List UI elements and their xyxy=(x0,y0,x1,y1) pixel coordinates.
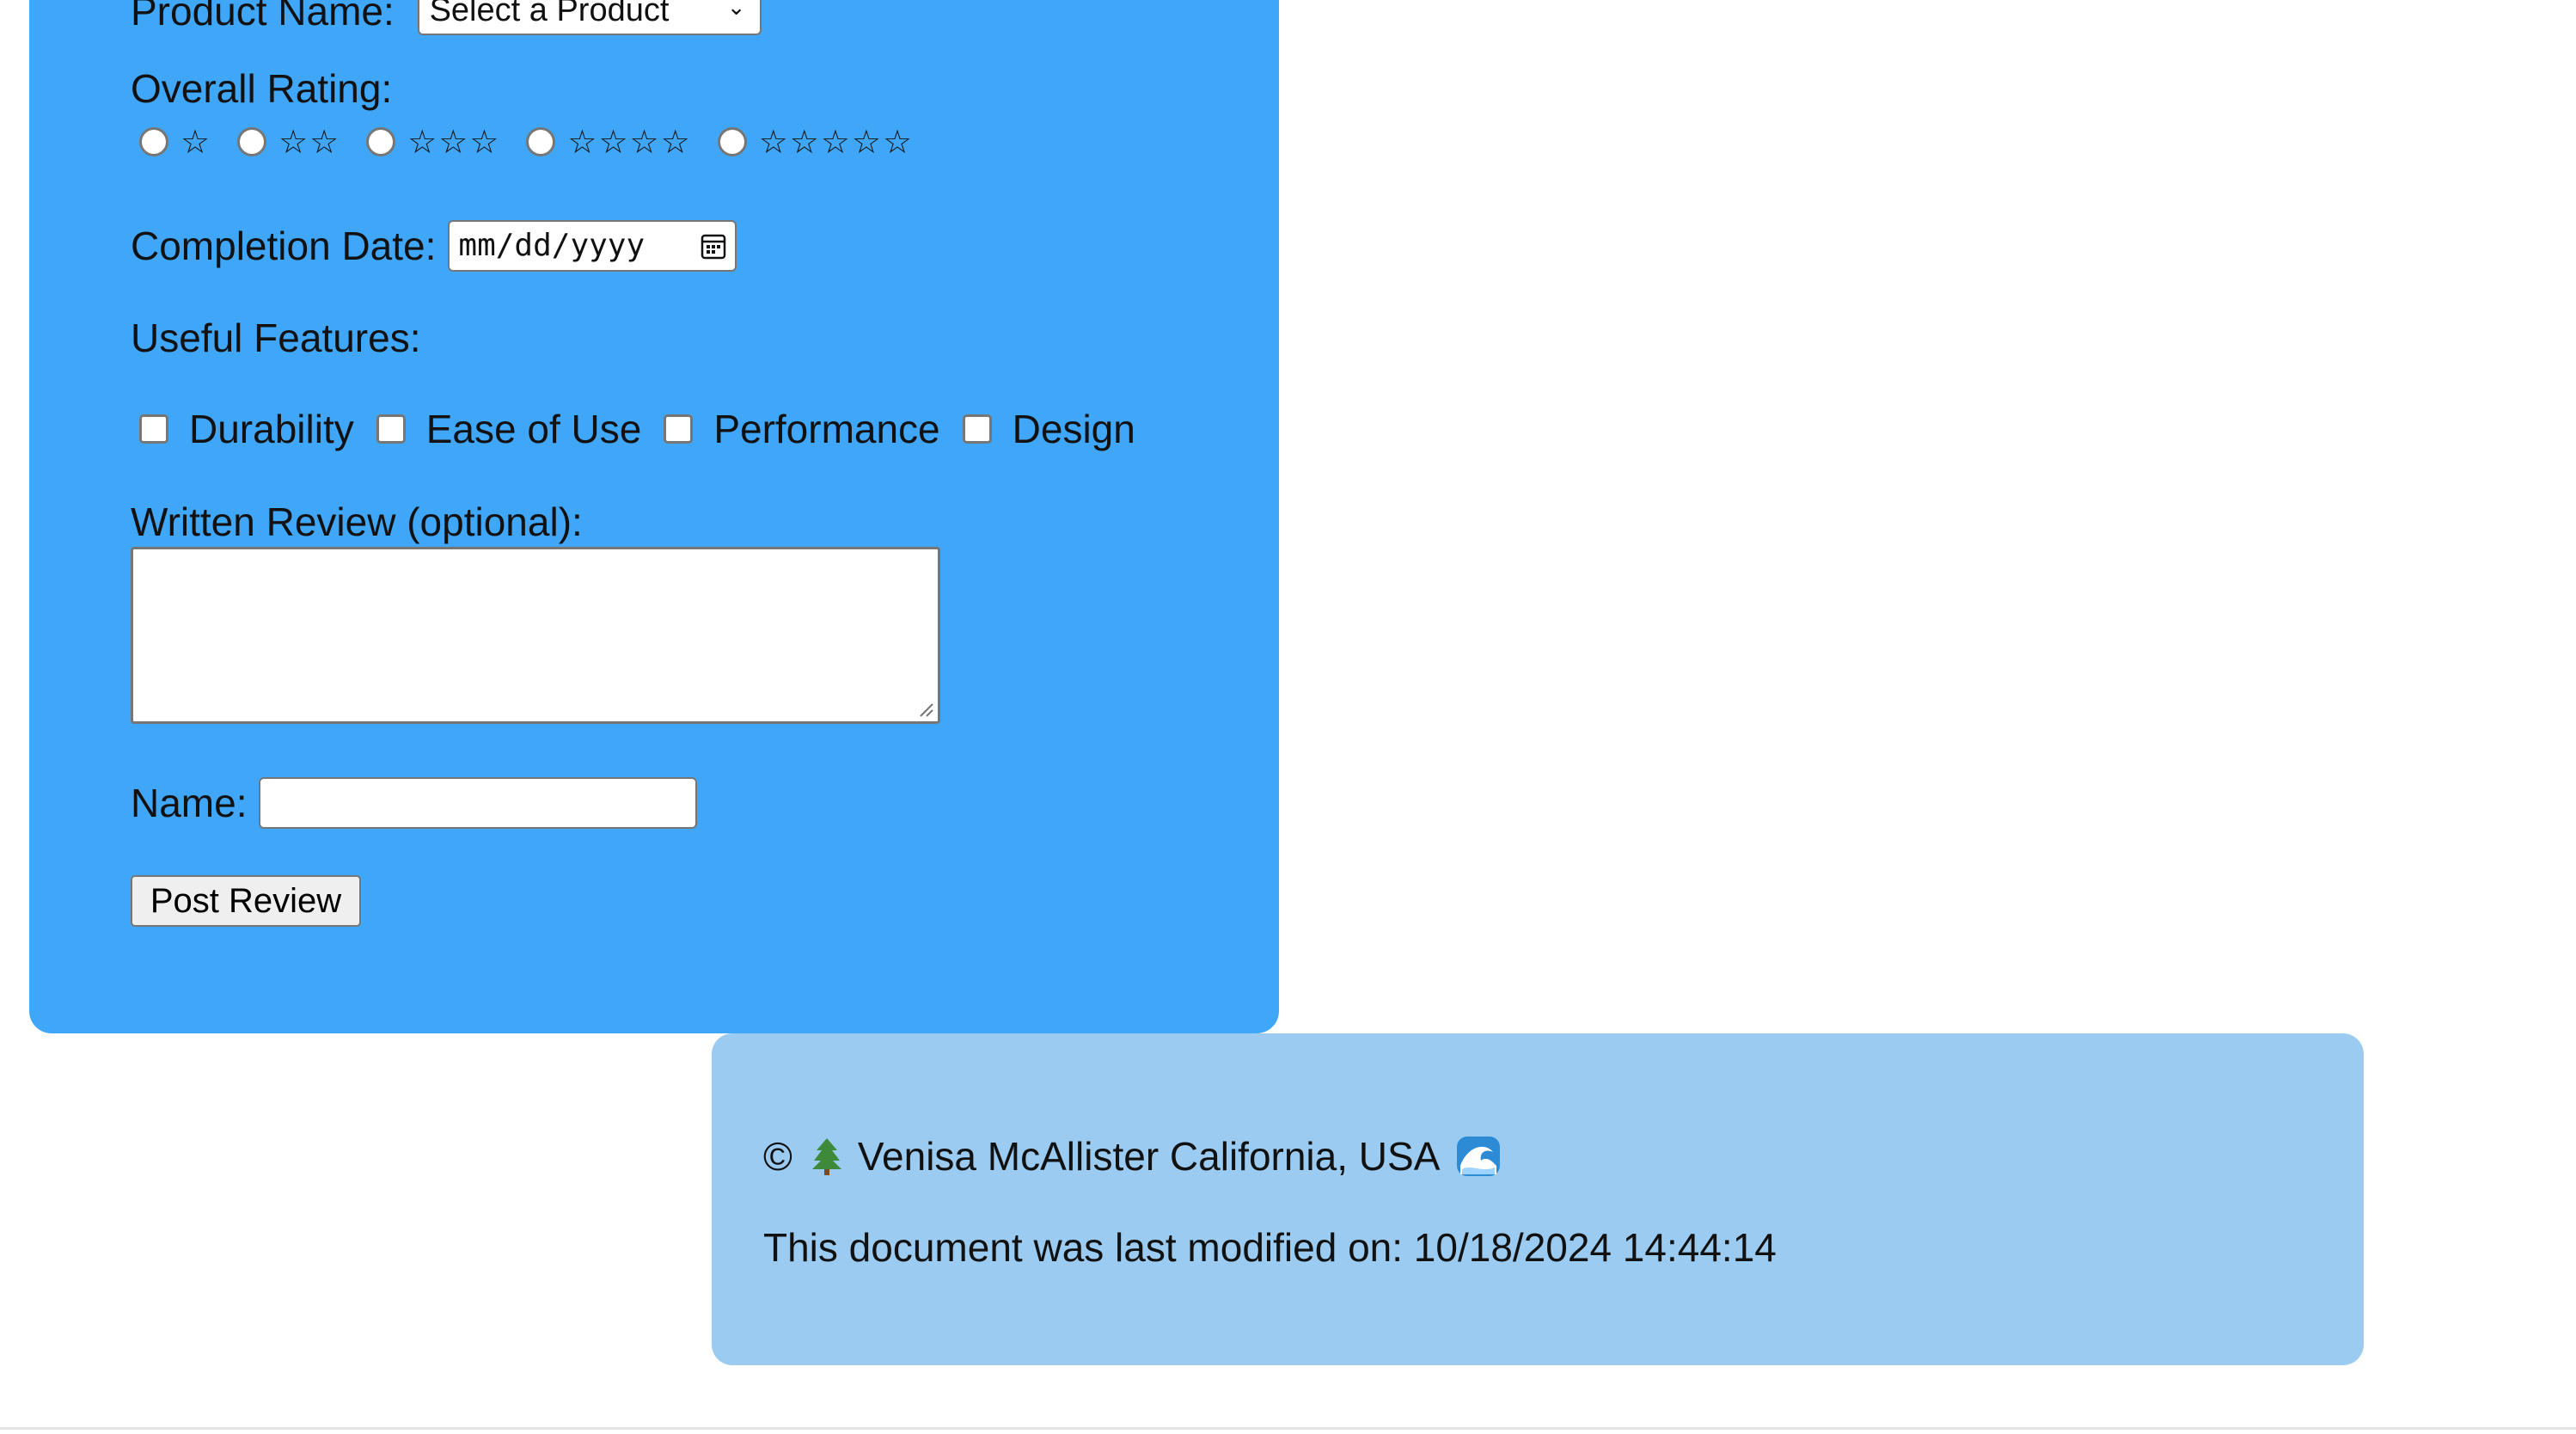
product-select[interactable]: Select a Product ⌄ xyxy=(417,0,762,35)
features-label: Useful Features: xyxy=(131,316,421,360)
page: Product Name: Select a Product ⌄ Overall… xyxy=(0,0,2576,1434)
footer: © Venisa McAllister California, USA This… xyxy=(712,1033,2364,1365)
feature-checkbox-design[interactable] xyxy=(962,414,992,444)
date-row: Completion Date: mm/dd/yyyy xyxy=(131,220,737,272)
date-label: Completion Date: xyxy=(131,224,437,268)
name-label: Name: xyxy=(131,781,248,825)
product-label: Product Name: xyxy=(131,0,395,34)
post-review-button[interactable]: Post Review xyxy=(131,875,361,927)
review-form: Product Name: Select a Product ⌄ Overall… xyxy=(29,0,1279,1033)
author-location: Venisa McAllister California, USA xyxy=(857,1134,1441,1179)
rating-radio-5[interactable] xyxy=(717,127,747,156)
feature-label-design: Design xyxy=(1012,407,1135,451)
chevron-down-icon: ⌄ xyxy=(726,0,746,20)
product-select-value: Select a Product xyxy=(429,0,670,28)
feature-label-performance: Performance xyxy=(713,407,940,451)
feature-checkbox-performance[interactable] xyxy=(664,414,694,444)
rating-label: Overall Rating: xyxy=(131,66,393,111)
rating-radio-3[interactable] xyxy=(366,127,396,156)
resize-handle-icon[interactable] xyxy=(917,701,934,718)
rating-radio-4[interactable] xyxy=(526,127,556,156)
footer-credit: © Venisa McAllister California, USA xyxy=(763,1133,1502,1180)
rating-stars-3: ☆☆☆ xyxy=(407,123,501,161)
feature-checkbox-ease-of-use[interactable] xyxy=(376,414,406,444)
rating-options: ☆ ☆☆ ☆☆☆ ☆☆☆☆ ☆☆☆☆☆ xyxy=(139,126,939,158)
name-row: Name: xyxy=(131,777,698,829)
rating-stars-4: ☆☆☆☆ xyxy=(567,123,692,161)
rating-stars-2: ☆☆ xyxy=(278,123,341,161)
features-options: Durability Ease of Use Performance Desig… xyxy=(139,409,1158,449)
rating-radio-1[interactable] xyxy=(139,127,168,156)
rating-stars-5: ☆☆☆☆☆ xyxy=(758,123,915,161)
review-label: Written Review (optional): xyxy=(131,499,583,544)
last-modified-text: This document was last modified on: 10/1… xyxy=(763,1225,1777,1270)
calendar-icon[interactable] xyxy=(701,232,726,260)
rating-stars-1: ☆ xyxy=(181,123,212,161)
tree-icon xyxy=(811,1138,841,1175)
rating-radio-2[interactable] xyxy=(237,127,267,156)
name-input[interactable] xyxy=(259,777,698,829)
feature-label-ease-of-use: Ease of Use xyxy=(425,407,642,451)
water-wave-icon xyxy=(1457,1137,1501,1176)
bottom-divider xyxy=(0,1427,2576,1430)
review-textarea[interactable] xyxy=(131,547,940,724)
product-row: Product Name: Select a Product ⌄ xyxy=(131,0,762,35)
date-placeholder: mm/dd/yyyy xyxy=(458,228,646,263)
feature-checkbox-durability[interactable] xyxy=(139,414,168,444)
completion-date-input[interactable]: mm/dd/yyyy xyxy=(448,220,737,272)
copyright-symbol: © xyxy=(763,1134,792,1179)
feature-label-durability: Durability xyxy=(189,407,354,451)
